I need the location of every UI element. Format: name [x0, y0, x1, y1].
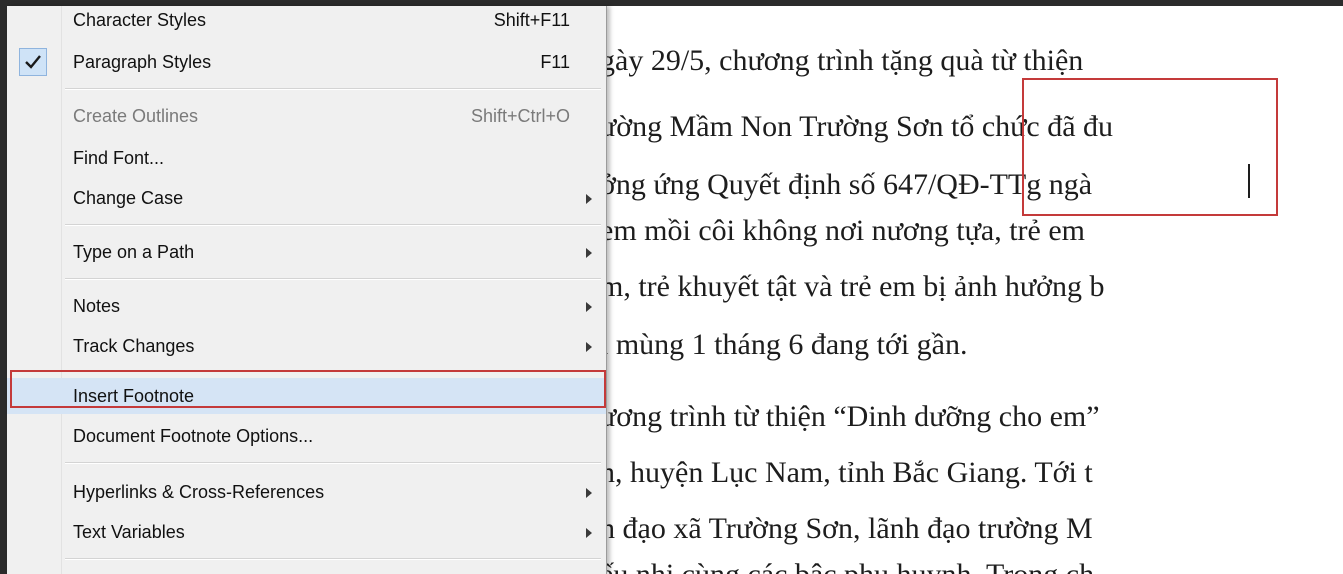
- menu-highlight-outline: [10, 370, 606, 408]
- checkmark-icon: [19, 48, 47, 76]
- menu-item-character-styles[interactable]: Character Styles Shift+F11: [7, 6, 606, 38]
- submenu-arrow-icon: [586, 194, 592, 204]
- doc-line: ương trình từ thiện “Dinh dưỡng cho em”: [600, 400, 1100, 433]
- submenu-arrow-icon: [586, 302, 592, 312]
- menu-item-label: Track Changes: [73, 336, 195, 356]
- doc-line: em mồi côi không nơi nương tựa, trẻ em: [600, 214, 1085, 247]
- menu-item-shortcut: Shift+Ctrl+O: [470, 106, 570, 126]
- menu-item-paragraph-styles[interactable]: Paragraph Styles F11: [7, 44, 606, 80]
- menu-item-label: Document Footnote Options...: [73, 426, 314, 446]
- submenu-arrow-icon: [586, 488, 592, 498]
- menu-separator: [65, 224, 601, 226]
- menu-separator: [65, 462, 601, 464]
- menu-item-type-on-a-path[interactable]: Type on a Path: [7, 234, 606, 270]
- submenu-arrow-icon: [586, 248, 592, 258]
- menu-item-label: Change Case: [73, 188, 184, 208]
- menu-item-label: Find Font...: [73, 148, 165, 168]
- doc-line: gày 29/5, chương trình tặng quà từ thiện: [600, 44, 1084, 77]
- menu-separator: [65, 88, 601, 90]
- menu-item-label: Type on a Path: [73, 242, 195, 262]
- menu-item-label: Create Outlines: [73, 106, 199, 126]
- menu-item-shortcut: Shift+F11: [493, 10, 570, 30]
- menu-separator: [65, 558, 601, 560]
- menu-item-change-case[interactable]: Change Case: [7, 180, 606, 216]
- doc-line: ếu nhi cùng các bậc phụ huynh. Trong ch: [600, 558, 1094, 574]
- submenu-arrow-icon: [586, 528, 592, 538]
- callout-highlight-box: [1022, 78, 1278, 216]
- text-cursor: [1248, 164, 1250, 198]
- doc-line: h đạo xã Trường Sơn, lãnh đạo trường M: [600, 512, 1093, 545]
- type-menu: Character Styles Shift+F11 Paragraph Sty…: [7, 6, 607, 574]
- doc-line: i mùng 1 tháng 6 đang tới gần.: [600, 328, 968, 361]
- menu-item-shortcut: F11: [540, 52, 570, 72]
- menu-item-find-font[interactable]: Find Font...: [7, 140, 606, 176]
- menu-item-document-footnote-options[interactable]: Document Footnote Options...: [7, 418, 606, 454]
- doc-line: n, huyện Lục Nam, tỉnh Bắc Giang. Tới t: [600, 456, 1093, 489]
- menu-item-notes[interactable]: Notes: [7, 288, 606, 324]
- menu-item-label: Character Styles: [73, 10, 207, 30]
- doc-line: ởng ứng Quyết định số 647/QĐ-TTg ngà: [600, 168, 1093, 201]
- menu-item-label: Notes: [73, 296, 121, 316]
- menu-item-label: Text Variables: [73, 522, 185, 542]
- menu-item-label: Hyperlinks & Cross-References: [73, 482, 325, 502]
- menu-separator: [65, 278, 601, 280]
- menu-item-text-variables[interactable]: Text Variables: [7, 514, 606, 550]
- menu-item-create-outlines[interactable]: Create Outlines Shift+Ctrl+O: [7, 98, 606, 134]
- menu-item-track-changes[interactable]: Track Changes: [7, 328, 606, 364]
- menu-item-hyperlinks-cross-references[interactable]: Hyperlinks & Cross-References: [7, 474, 606, 510]
- menu-item-label: Paragraph Styles: [73, 52, 212, 72]
- doc-line: m, trẻ khuyết tật và trẻ em bị ảnh hưởng…: [600, 270, 1105, 303]
- submenu-arrow-icon: [586, 342, 592, 352]
